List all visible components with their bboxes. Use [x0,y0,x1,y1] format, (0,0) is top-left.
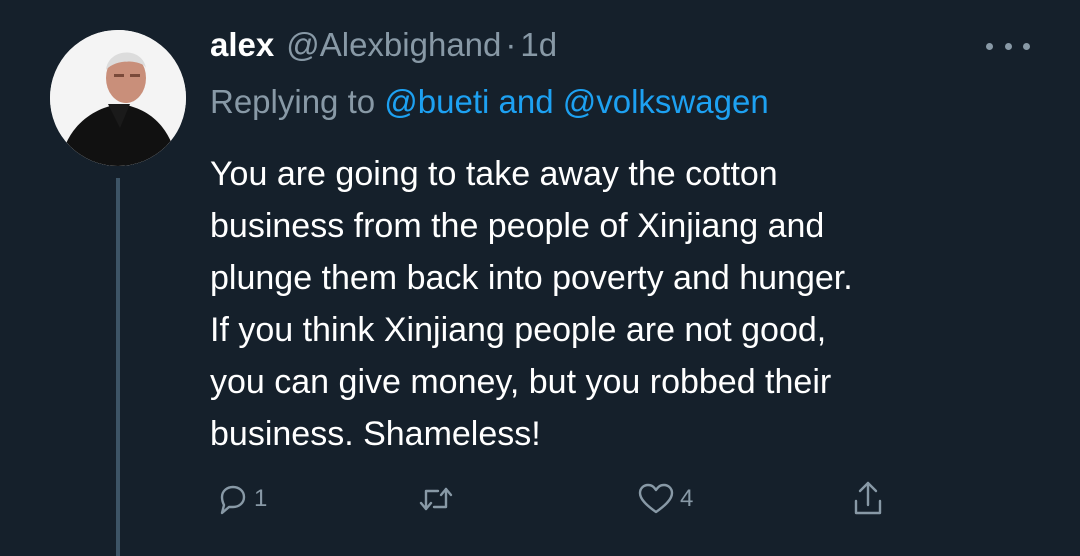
heart-icon [638,483,674,514]
tweet-text-line: If you think Xinjiang people are not goo… [210,311,827,349]
retweet-icon [419,487,453,511]
tweet-text: You are going to take away the cotton bu… [210,148,1050,460]
user-handle[interactable]: @Alexbighand [286,26,501,64]
tweet[interactable]: alex @Alexbighand · 1d Replying to @buet… [0,0,1080,556]
replying-label: Replying to [210,83,376,120]
like-count: 4 [680,485,694,512]
more-dot-icon [1004,42,1012,50]
mention-link[interactable]: @volkswagen [563,83,769,120]
reply-button[interactable]: 1 [214,476,267,522]
tweet-text-line: business from the people of Xinjiang and [210,207,825,245]
more-dot-icon [986,42,993,50]
retweet-button[interactable] [416,476,456,522]
share-icon [854,481,882,515]
separator-dot: · [505,26,517,63]
replying-to: Replying to @bueti and @volkswagen [210,83,769,121]
thread-line [116,178,120,556]
tweet-text-line: plunge them back into poverty and hunger… [210,259,853,297]
tweet-text-line: you can give money, but you robbed their [210,363,832,401]
mention-connector[interactable]: and [499,83,554,120]
tweet-text-line: business. Shameless! [210,415,541,453]
action-bar: 1 4 [210,476,910,522]
share-button[interactable] [850,476,886,522]
tweet-text-line: You are going to take away the cotton [210,155,778,193]
avatar-image [50,30,186,166]
more-options-button[interactable] [986,36,1030,56]
more-dot-icon [1023,42,1030,50]
reply-count: 1 [254,485,268,512]
timestamp[interactable]: 1d [520,26,557,64]
display-name[interactable]: alex [210,26,274,64]
avatar[interactable] [50,30,186,166]
reply-icon [220,485,246,515]
tweet-header: alex @Alexbighand · 1d [210,26,557,72]
mention-link[interactable]: @bueti [384,83,489,120]
like-button[interactable]: 4 [636,476,693,522]
